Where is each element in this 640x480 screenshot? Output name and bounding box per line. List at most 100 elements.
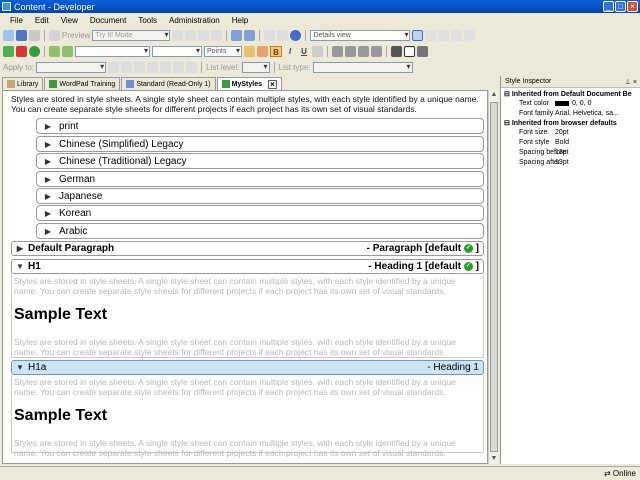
import-icon[interactable] (49, 46, 60, 57)
cut-icon[interactable] (172, 30, 184, 41)
justify-icon[interactable] (371, 46, 382, 57)
tab-library[interactable]: Library (2, 77, 44, 90)
image-icon[interactable] (173, 62, 185, 73)
apply-to-label: Apply to: (3, 63, 35, 72)
collapse-icon[interactable]: ▼ (12, 262, 28, 271)
indent-icon[interactable] (147, 62, 159, 73)
spell-check-icon[interactable] (277, 30, 289, 41)
close-button[interactable]: × (627, 1, 638, 12)
style-type: - Heading 1 (427, 362, 479, 373)
style-type: - Paragraph [default (366, 243, 462, 254)
inspector-group-browser[interactable]: ⊟ Inherited from browser defaults (501, 119, 640, 128)
underline-button[interactable]: U (298, 46, 310, 57)
inspector-group-document[interactable]: ⊟ Inherited from Default Document Be (501, 90, 640, 99)
minimize-button[interactable]: _ (603, 1, 614, 12)
language-item-chinese-simplified[interactable]: ▶ Chinese (Simplified) Legacy (36, 136, 484, 152)
preview-icon[interactable] (49, 30, 60, 41)
try-mode-select[interactable]: Try It! Mode (92, 30, 171, 41)
expand-icon[interactable]: ▶ (12, 244, 28, 253)
scroll-up-icon[interactable]: ▲ (489, 90, 499, 100)
print-icon[interactable] (29, 30, 40, 41)
frame-icon[interactable] (417, 46, 428, 57)
language-item-korean[interactable]: ▶ Korean (36, 205, 484, 221)
document-tabs: Library WordPad Training Standard (Read-… (0, 76, 498, 90)
scroll-thumb[interactable] (490, 102, 498, 452)
copy-icon[interactable] (185, 30, 197, 41)
font-color-icon[interactable] (244, 46, 255, 57)
expand-icon[interactable]: ▶ (37, 209, 59, 218)
style-row-h1[interactable]: ▼ H1 - Heading 1 [default ✓ ] (11, 259, 484, 274)
expand-icon[interactable]: ▶ (37, 192, 59, 201)
bullets-icon[interactable] (108, 62, 120, 73)
menu-document[interactable]: Document (84, 16, 132, 25)
inspector-prop: Font style Bold (519, 139, 570, 146)
content-scrollbar[interactable]: ▲ ▼ (488, 90, 498, 464)
menu-file[interactable]: File (4, 16, 29, 25)
layout-list-icon[interactable] (425, 30, 437, 41)
menu-help[interactable]: Help (226, 16, 254, 25)
style-row-default-paragraph[interactable]: ▶ Default Paragraph - Paragraph [default… (11, 241, 484, 256)
layout-details-icon[interactable] (412, 30, 424, 41)
border-icon[interactable] (391, 46, 402, 57)
undo-icon[interactable] (231, 30, 243, 41)
italic-button[interactable]: I (284, 46, 296, 57)
list-type-select[interactable] (312, 62, 413, 73)
tab-mystyles[interactable]: MyStyles × (216, 77, 282, 90)
menu-tools[interactable]: Tools (132, 16, 163, 25)
language-item-japanese[interactable]: ▶ Japanese (36, 188, 484, 204)
table-icon[interactable] (160, 62, 172, 73)
view-mode-select[interactable]: Details view (310, 30, 411, 41)
style-select[interactable] (75, 46, 150, 57)
language-item-arabic[interactable]: ▶ Arabic (36, 223, 484, 239)
apply-icon[interactable] (29, 46, 40, 57)
list-level-select[interactable] (241, 62, 270, 73)
inspector-prop: Spacing after 13pt (519, 159, 569, 166)
new-document-icon[interactable] (3, 30, 14, 41)
add-icon[interactable] (3, 46, 14, 57)
find-icon[interactable] (264, 30, 276, 41)
language-item-print[interactable]: ▶ print (36, 118, 484, 134)
strikethrough-icon[interactable] (312, 46, 323, 57)
outdent-icon[interactable] (134, 62, 146, 73)
window-icon[interactable] (451, 30, 463, 41)
remove-icon[interactable] (16, 46, 27, 57)
export-icon[interactable] (62, 46, 73, 57)
style-row-h1a[interactable]: ▼ H1a - Heading 1 (11, 360, 484, 375)
numbering-icon[interactable] (121, 62, 133, 73)
expand-icon[interactable]: ▶ (37, 122, 59, 131)
language-item-german[interactable]: ▶ German (36, 171, 484, 187)
tab-standard[interactable]: Standard (Read-Only 1) (121, 77, 216, 90)
menu-edit[interactable]: Edit (29, 16, 55, 25)
menu-view[interactable]: View (55, 16, 84, 25)
save-icon[interactable] (16, 30, 27, 41)
expand-icon[interactable]: ▶ (37, 227, 59, 236)
delete-icon[interactable] (211, 30, 223, 41)
maximize-button[interactable]: □ (615, 1, 626, 12)
box-icon[interactable] (404, 46, 415, 57)
pin-close-icon[interactable]: ⊥ × (625, 78, 637, 86)
expand-icon[interactable]: ▶ (37, 175, 59, 184)
preview-button[interactable]: Preview (62, 31, 90, 40)
expand-icon[interactable]: ▶ (37, 140, 59, 149)
expand-icon[interactable]: ▶ (37, 157, 59, 166)
font-select[interactable] (152, 46, 202, 57)
align-right-icon[interactable] (358, 46, 369, 57)
align-center-icon[interactable] (345, 46, 356, 57)
layout-grid-icon[interactable] (438, 30, 450, 41)
link-icon[interactable] (186, 62, 198, 73)
tab-wordpad-training[interactable]: WordPad Training (44, 77, 121, 90)
redo-icon[interactable] (244, 30, 256, 41)
menu-administration[interactable]: Administration (163, 16, 226, 25)
close-tab-icon[interactable]: × (268, 79, 277, 89)
help-icon[interactable] (290, 30, 302, 41)
bold-button[interactable]: B (270, 46, 282, 57)
apply-to-select[interactable] (36, 62, 107, 73)
collapse-icon[interactable]: ▼ (12, 363, 28, 372)
options-icon[interactable] (464, 30, 476, 41)
scroll-down-icon[interactable]: ▼ (489, 454, 499, 464)
font-unit-select[interactable]: Points (204, 46, 242, 57)
align-left-icon[interactable] (332, 46, 343, 57)
language-item-chinese-traditional[interactable]: ▶ Chinese (Traditional) Legacy (36, 153, 484, 169)
highlight-icon[interactable] (257, 46, 268, 57)
paste-icon[interactable] (198, 30, 210, 41)
